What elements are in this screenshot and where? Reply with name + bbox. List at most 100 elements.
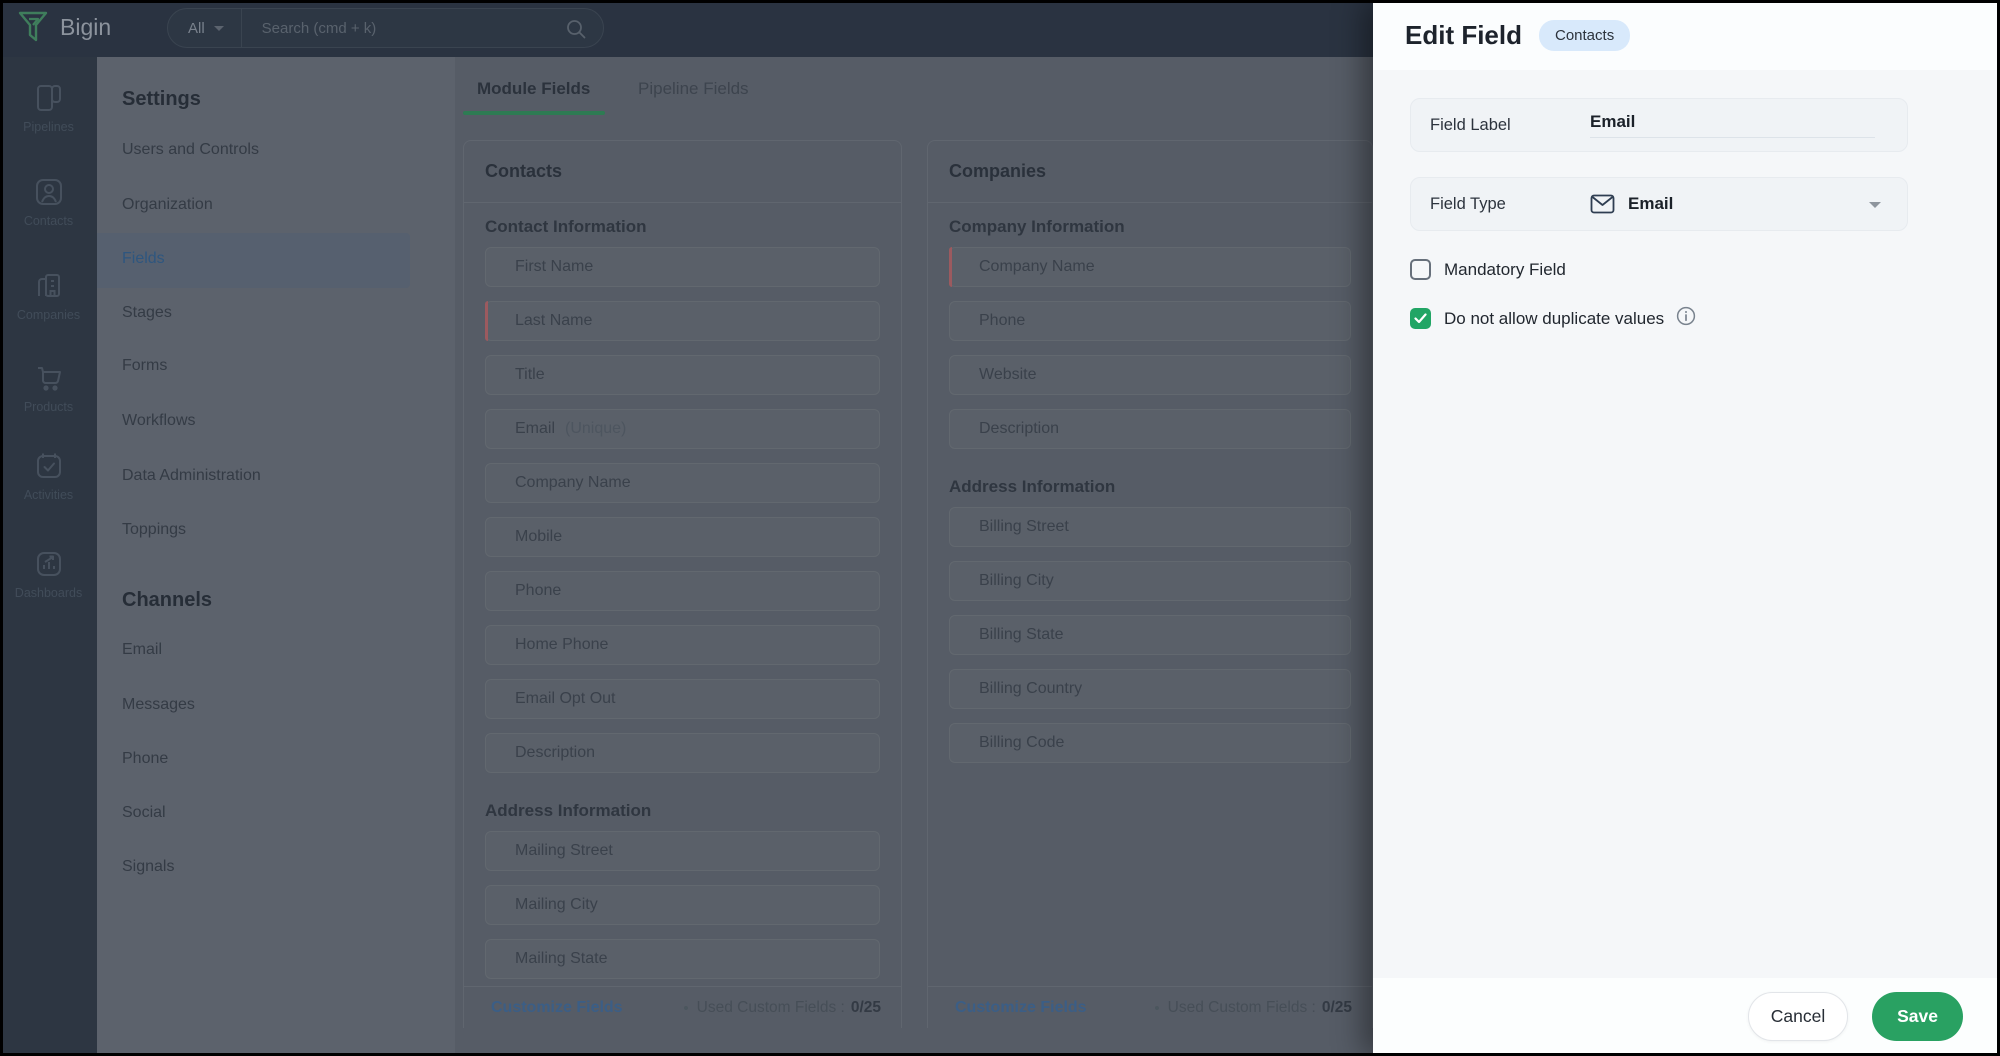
settings-item-toppings[interactable]: Toppings xyxy=(122,521,186,539)
app-frame: Bigin All Search (cmd + k) Pipelines Con… xyxy=(0,0,2000,1056)
sidebar-item-pipelines[interactable]: Pipelines xyxy=(0,82,97,134)
info-icon[interactable] xyxy=(1676,306,1696,331)
field-card-billing-street[interactable]: Billing Street xyxy=(949,507,1351,547)
field-label-row: Field Label Email xyxy=(1410,98,1908,152)
settings-item-fields[interactable]: Fields xyxy=(122,250,165,268)
mandatory-field-label: Mandatory Field xyxy=(1444,259,1566,279)
settings-item-signals[interactable]: Signals xyxy=(122,858,174,876)
save-button[interactable]: Save xyxy=(1872,992,1963,1041)
tab-pipeline-fields[interactable]: Pipeline Fields xyxy=(638,79,749,99)
field-card-mailing-state[interactable]: Mailing State xyxy=(485,939,880,979)
field-card-billing-code[interactable]: Billing Code xyxy=(949,723,1351,763)
modal-footer: Cancel Save xyxy=(1373,978,2000,1056)
section-heading: Company Information xyxy=(949,217,1125,236)
field-type-caption: Field Type xyxy=(1430,194,1506,213)
settings-item-phone[interactable]: Phone xyxy=(122,750,168,768)
field-card-company-name[interactable]: Company Name xyxy=(485,463,880,503)
field-card-website[interactable]: Website xyxy=(949,355,1351,395)
field-card-mobile[interactable]: Mobile xyxy=(485,517,880,557)
field-card-description[interactable]: Description xyxy=(485,733,880,773)
pipelines-icon xyxy=(0,82,97,114)
settings-item-data-administration[interactable]: Data Administration xyxy=(122,467,261,485)
column-title: Companies xyxy=(928,141,1372,203)
module-rail: Pipelines Contacts Companies Products Ac… xyxy=(0,57,97,1056)
settings-item-users-and-controls[interactable]: Users and Controls xyxy=(122,141,259,159)
bullet-icon: • xyxy=(1154,999,1160,1017)
column-footer: Customize Fields • Used Custom Fields : … xyxy=(464,986,901,1029)
field-card-phone[interactable]: Phone xyxy=(949,301,1351,341)
field-card-first-name[interactable]: First Name xyxy=(485,247,880,287)
cancel-button[interactable]: Cancel xyxy=(1748,992,1848,1041)
dropdown-caret-icon[interactable] xyxy=(1869,202,1881,208)
column-footer: Customize Fields • Used Custom Fields : … xyxy=(928,986,1372,1029)
checkmark-icon xyxy=(1414,313,1427,324)
settings-item-social[interactable]: Social xyxy=(122,804,166,822)
field-card-title[interactable]: Title xyxy=(485,355,880,395)
sidebar-item-companies[interactable]: Companies xyxy=(0,270,97,322)
sidebar-item-products[interactable]: Products xyxy=(0,362,97,414)
mandatory-field-checkbox[interactable] xyxy=(1410,259,1431,280)
customize-fields-link[interactable]: Customize Fields xyxy=(955,999,1087,1017)
companies-icon xyxy=(0,270,97,302)
search-placeholder[interactable]: Search (cmd + k) xyxy=(262,20,377,37)
field-card-billing-city[interactable]: Billing City xyxy=(949,561,1351,601)
settings-item-workflows[interactable]: Workflows xyxy=(122,412,196,430)
checkbox-0[interactable]: Mandatory Field xyxy=(1410,259,1566,280)
tab-module-fields[interactable]: Module Fields xyxy=(477,79,590,99)
topbar: Bigin All Search (cmd + k) xyxy=(0,0,1373,57)
contacts-fields-column: Contacts Contact Information First Name … xyxy=(463,140,902,1028)
settings-item-email[interactable]: Email xyxy=(122,641,162,659)
modal-header: Edit Field Contacts xyxy=(1373,0,2000,70)
duplicate-values-checkbox[interactable] xyxy=(1410,308,1431,329)
section-heading: Address Information xyxy=(485,801,652,820)
global-search[interactable]: All Search (cmd + k) xyxy=(167,8,604,48)
field-card-last-name[interactable]: Last Name xyxy=(485,301,880,341)
modal-title: Edit Field xyxy=(1405,19,1522,50)
contacts-icon xyxy=(0,176,97,208)
dashboards-icon xyxy=(0,548,97,580)
bigin-logo-icon[interactable] xyxy=(17,9,49,52)
sidebar-item-dashboards[interactable]: Dashboards xyxy=(0,548,97,600)
field-card-description[interactable]: Description xyxy=(949,409,1351,449)
search-scope-dropdown[interactable]: All xyxy=(188,20,205,37)
settings-item-organization[interactable]: Organization xyxy=(122,196,213,214)
duplicate-values-label: Do not allow duplicate values xyxy=(1444,308,1665,328)
settings-item-stages[interactable]: Stages xyxy=(122,304,172,322)
active-tab-underline xyxy=(463,111,605,115)
activities-icon xyxy=(0,450,97,482)
checkbox-1[interactable]: Do not allow duplicate values xyxy=(1410,306,1696,331)
brand-name: Bigin xyxy=(60,14,112,40)
customize-fields-link[interactable]: Customize Fields xyxy=(491,999,623,1017)
field-card-mailing-street[interactable]: Mailing Street xyxy=(485,831,880,871)
sidebar-item-activities[interactable]: Activities xyxy=(0,450,97,502)
unique-tag: (Unique) xyxy=(565,420,627,437)
settings-item-messages[interactable]: Messages xyxy=(122,696,195,714)
field-card-mailing-city[interactable]: Mailing City xyxy=(485,885,880,925)
field-card-company-name[interactable]: Company Name xyxy=(949,247,1351,287)
field-label-input[interactable]: Email xyxy=(1590,112,1875,138)
used-custom-fields-count: 0/25 xyxy=(850,999,881,1016)
search-icon[interactable] xyxy=(565,18,587,45)
field-card-home-phone[interactable]: Home Phone xyxy=(485,625,880,665)
used-custom-fields-label: Used Custom Fields : xyxy=(696,999,845,1016)
field-card-billing-country[interactable]: Billing Country xyxy=(949,669,1351,709)
channels-title: Channels xyxy=(122,589,213,611)
field-type-row[interactable]: Field Type Email xyxy=(1410,177,1908,231)
section-heading: Contact Information xyxy=(485,217,647,236)
sidebar-item-contacts[interactable]: Contacts xyxy=(0,176,97,228)
edit-field-modal: Edit Field Contacts Field Label Email Fi… xyxy=(1373,0,2000,1056)
field-card-email-opt-out[interactable]: Email Opt Out xyxy=(485,679,880,719)
email-icon xyxy=(1590,194,1615,214)
field-card-billing-state[interactable]: Billing State xyxy=(949,615,1351,655)
settings-nav: Settings Users and Controls Organization… xyxy=(97,57,455,1056)
field-card-email[interactable]: Email (Unique) xyxy=(485,409,880,449)
search-divider xyxy=(240,8,242,48)
settings-item-forms[interactable]: Forms xyxy=(122,357,167,375)
field-card-phone[interactable]: Phone xyxy=(485,571,880,611)
used-custom-fields-label: Used Custom Fields : xyxy=(1167,999,1316,1016)
used-custom-fields-count: 0/25 xyxy=(1321,999,1352,1016)
bullet-icon: • xyxy=(683,999,689,1017)
field-label-caption: Field Label xyxy=(1430,115,1511,134)
column-title: Contacts xyxy=(464,141,901,203)
products-icon xyxy=(0,362,97,394)
